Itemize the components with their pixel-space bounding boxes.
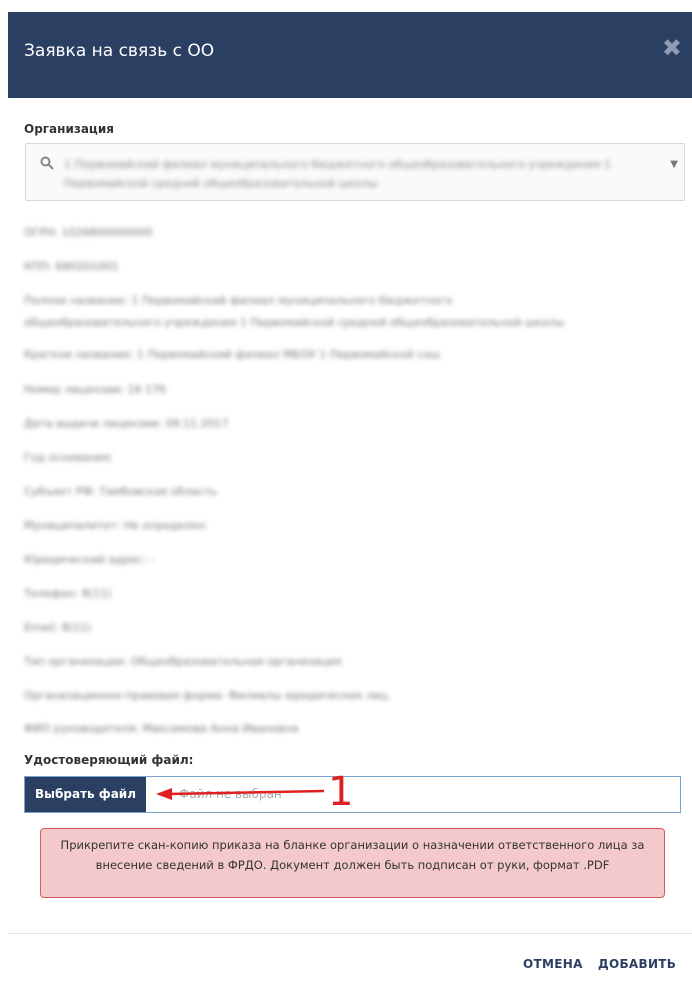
- info-kpp: КПП: 680201001: [24, 260, 119, 273]
- annotation-arrow: 1: [156, 769, 353, 812]
- info-director: ФИО руководителя: Максимова Анна Ивановн…: [24, 722, 299, 735]
- info-email: Email: 8(11): [24, 621, 92, 634]
- search-icon: [40, 156, 54, 170]
- close-icon[interactable]: ✖: [662, 34, 682, 62]
- chevron-down-icon[interactable]: ▼: [670, 159, 678, 170]
- modal-title: Заявка на связь с ОО: [24, 41, 215, 61]
- modal-header: Заявка на связь с ОО ✖: [8, 12, 692, 98]
- info-legal-form: Организационно-правовая форма: Филиалы ю…: [24, 689, 389, 702]
- choose-file-button[interactable]: Выбрать файл: [25, 777, 146, 812]
- organization-select[interactable]: 1 Первомайский филиал муниципального бюд…: [25, 143, 685, 201]
- info-full-name-line1: Полное название: 1 Первомайский филиал м…: [24, 294, 453, 307]
- info-phone: Телефон: 8(11): [24, 587, 112, 600]
- organization-label: Организация: [24, 122, 114, 136]
- organization-select-value: 1 Первомайский филиал муниципального бюд…: [64, 158, 612, 190]
- footer-divider: [8, 933, 692, 934]
- info-municipality: Муниципалитет: Не определен: [24, 519, 206, 532]
- cancel-button[interactable]: ОТМЕНА: [523, 957, 583, 971]
- info-legal-address: Юридический адрес: -: [24, 553, 154, 566]
- info-org-type: Тип организации: Общеобразовательная орг…: [24, 655, 342, 668]
- info-full-name-line2: общеобразовательного учреждения 1 Первом…: [24, 316, 564, 329]
- add-button[interactable]: ДОБАВИТЬ: [598, 957, 676, 971]
- annotation-number: 1: [328, 769, 353, 812]
- info-ogrn: ОГРН: 1026800000000: [24, 226, 153, 239]
- warning-alert: Прикрепите скан-копию приказа на бланке …: [40, 828, 665, 898]
- info-foundation-year: Год основания:: [24, 451, 114, 464]
- info-short-name: Краткое название: 1 Первомайский филиал …: [24, 348, 441, 361]
- info-license-date: Дата выдачи лицензии: 09.11.2017: [24, 417, 229, 430]
- info-license-number: Номер лицензии: 16 176: [24, 383, 167, 396]
- info-region: Субъект РФ: Тамбовская область: [24, 485, 217, 498]
